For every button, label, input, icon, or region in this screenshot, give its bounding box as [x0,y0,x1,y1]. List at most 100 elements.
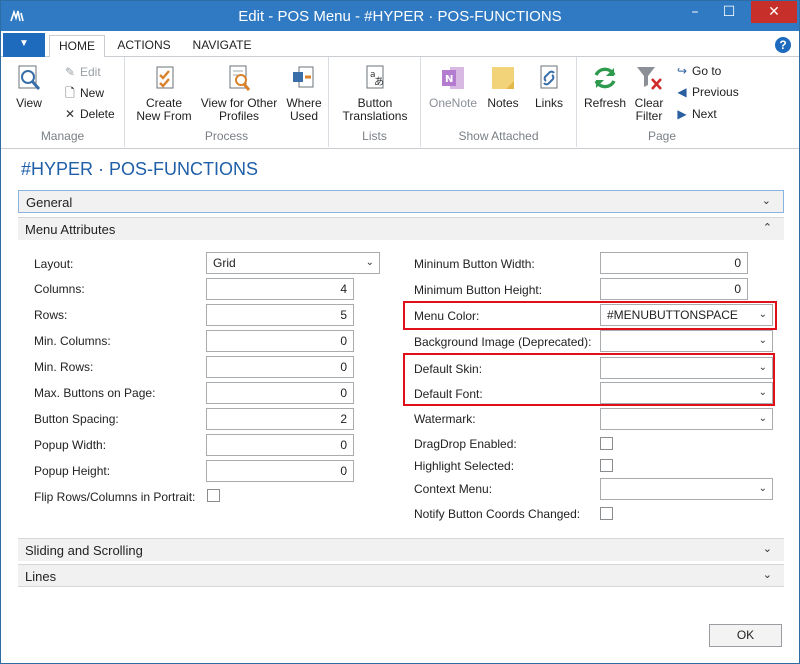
fasttab-sliding-scrolling[interactable]: Sliding and Scrolling ⌄ [18,538,784,561]
links-button[interactable]: Links [527,63,571,110]
columns-label: Columns: [34,282,85,296]
fasttab-lines[interactable]: Lines ⌄ [18,564,784,587]
ribbon-group-show-attached: N OneNote Notes Links Show Attached [421,57,577,147]
group-label-page: Page [647,129,677,143]
button-translations-label-1: Button [357,96,393,110]
maximize-button[interactable]: ☐ [715,1,743,23]
button-spacing-field[interactable]: 2 [206,408,354,430]
layout-select[interactable]: Grid ⌄ [206,252,380,274]
button-spacing-label: Button Spacing: [34,412,119,426]
clear-filter-label-1: Clear [634,96,664,110]
background-image-select[interactable]: ⌄ [600,330,773,352]
ok-button[interactable]: OK [709,624,782,647]
minimize-button[interactable]: – [681,1,709,23]
ribbon-group-page: Refresh Clear Filter ↪ Go to ◀ Previous ▶ N… [577,57,747,147]
highlight-selected-checkbox[interactable] [600,459,613,472]
create-new-from-label-1: Create [145,96,183,110]
min-button-width-field[interactable]: 0 [600,252,748,274]
dragdrop-label: DragDrop Enabled: [414,437,517,451]
links-label: Links [534,96,563,110]
min-columns-field[interactable]: 0 [206,330,354,352]
menu-color-highlight [403,301,777,330]
close-button[interactable]: ✕ [751,1,797,23]
where-used-label-2: Used [289,109,318,123]
translations-icon: a あ [366,65,384,89]
delete-icon: ✕ [64,107,76,121]
ribbon-group-process: Create New From View for Other Profiles [125,57,329,147]
min-button-height-field[interactable]: 0 [600,278,748,300]
fasttab-general-title: General [26,195,73,210]
refresh-label: Refresh [583,96,627,110]
new-label: New [80,86,105,100]
previous-icon: ◀ [677,85,687,99]
where-used-button[interactable]: Where Used [281,63,327,123]
min-columns-label: Min. Columns: [34,334,111,348]
max-buttons-field[interactable]: 0 [206,382,354,404]
layout-label: Layout: [34,257,74,271]
button-translations-label-2: Translations [342,109,408,123]
tab-home[interactable]: HOME [49,35,105,58]
notify-coords-checkbox[interactable] [600,507,613,520]
ribbon-group-lists: a あ Button Translations Lists [329,57,421,147]
create-new-from-label-2: New From [136,109,192,123]
clear-filter-button[interactable]: Clear Filter [629,63,669,123]
pencil-icon: ✎ [64,65,76,79]
context-menu-select[interactable]: ⌄ [600,478,773,500]
next-label: Next [692,107,717,121]
button-translations-button[interactable]: a あ Button Translations [337,63,413,123]
chevron-down-icon: ⌄ [762,568,772,581]
group-label-show-attached: Show Attached [458,129,539,143]
go-to-button[interactable]: ↪ Go to [675,62,721,80]
delete-button[interactable]: ✕ Delete [63,105,115,123]
watermark-select[interactable]: ⌄ [600,408,773,430]
delete-label: Delete [80,107,115,121]
popup-width-label: Popup Width: [34,438,107,452]
fasttab-menu-attributes[interactable]: Menu Attributes ⌃ [18,217,784,240]
next-icon: ▶ [677,107,687,121]
view-other-profiles-label-1: View for Other [200,96,278,110]
tab-actions[interactable]: ACTIONS [109,35,179,58]
window-title: Edit - POS Menu - #HYPER · POS-FUNCTIONS [238,8,562,25]
notes-label: Notes [487,96,519,110]
chevron-down-icon: ⌄ [758,483,767,494]
notes-icon [492,67,514,89]
fasttab-lines-title: Lines [25,569,57,584]
rows-label: Rows: [34,308,68,322]
application-menu-button[interactable]: ▼ [3,33,45,57]
highlight-selected-label: Highlight Selected: [414,459,515,473]
fasttab-menu-attributes-title: Menu Attributes [25,222,116,237]
fasttab-general[interactable]: General ⌄ [18,190,784,213]
chevron-down-icon: ⌄ [758,413,767,424]
ribbon-group-manage: View ✎ Edit 🗋 New ✕ Delete Manage [1,57,125,147]
dragdrop-checkbox[interactable] [600,437,613,450]
popup-width-field[interactable]: 0 [206,434,354,456]
notes-button[interactable]: Notes [481,63,525,110]
layout-value: Grid [213,256,236,270]
popup-height-field[interactable]: 0 [206,460,354,482]
onenote-button[interactable]: N OneNote [427,63,479,110]
clear-filter-icon [637,67,662,90]
chevron-down-icon: ⌄ [758,335,767,346]
view-button[interactable]: View [9,63,49,110]
new-document-icon: 🗋 [65,86,75,100]
watermark-label: Watermark: [414,412,476,426]
previous-label: Previous [692,85,739,99]
columns-field[interactable]: 4 [206,278,354,300]
onenote-icon: N [442,67,464,89]
chevron-up-icon: ⌃ [762,221,772,234]
flip-rows-checkbox[interactable] [207,489,220,502]
skin-font-highlight [403,353,775,406]
rows-field[interactable]: 5 [206,304,354,326]
refresh-button[interactable]: Refresh [583,63,627,110]
edit-button[interactable]: ✎ Edit [63,63,101,81]
refresh-icon [594,67,616,89]
view-other-profiles-button[interactable]: View for Other Profiles [197,63,281,123]
help-icon[interactable]: ? [775,37,791,53]
max-buttons-label: Max. Buttons on Page: [34,386,156,400]
previous-button[interactable]: ◀ Previous [675,83,739,101]
next-button[interactable]: ▶ Next [675,105,717,123]
create-new-from-button[interactable]: Create New From [133,63,195,123]
tab-navigate[interactable]: NAVIGATE [185,35,259,58]
min-rows-field[interactable]: 0 [206,356,354,378]
new-button[interactable]: 🗋 New [63,84,104,102]
